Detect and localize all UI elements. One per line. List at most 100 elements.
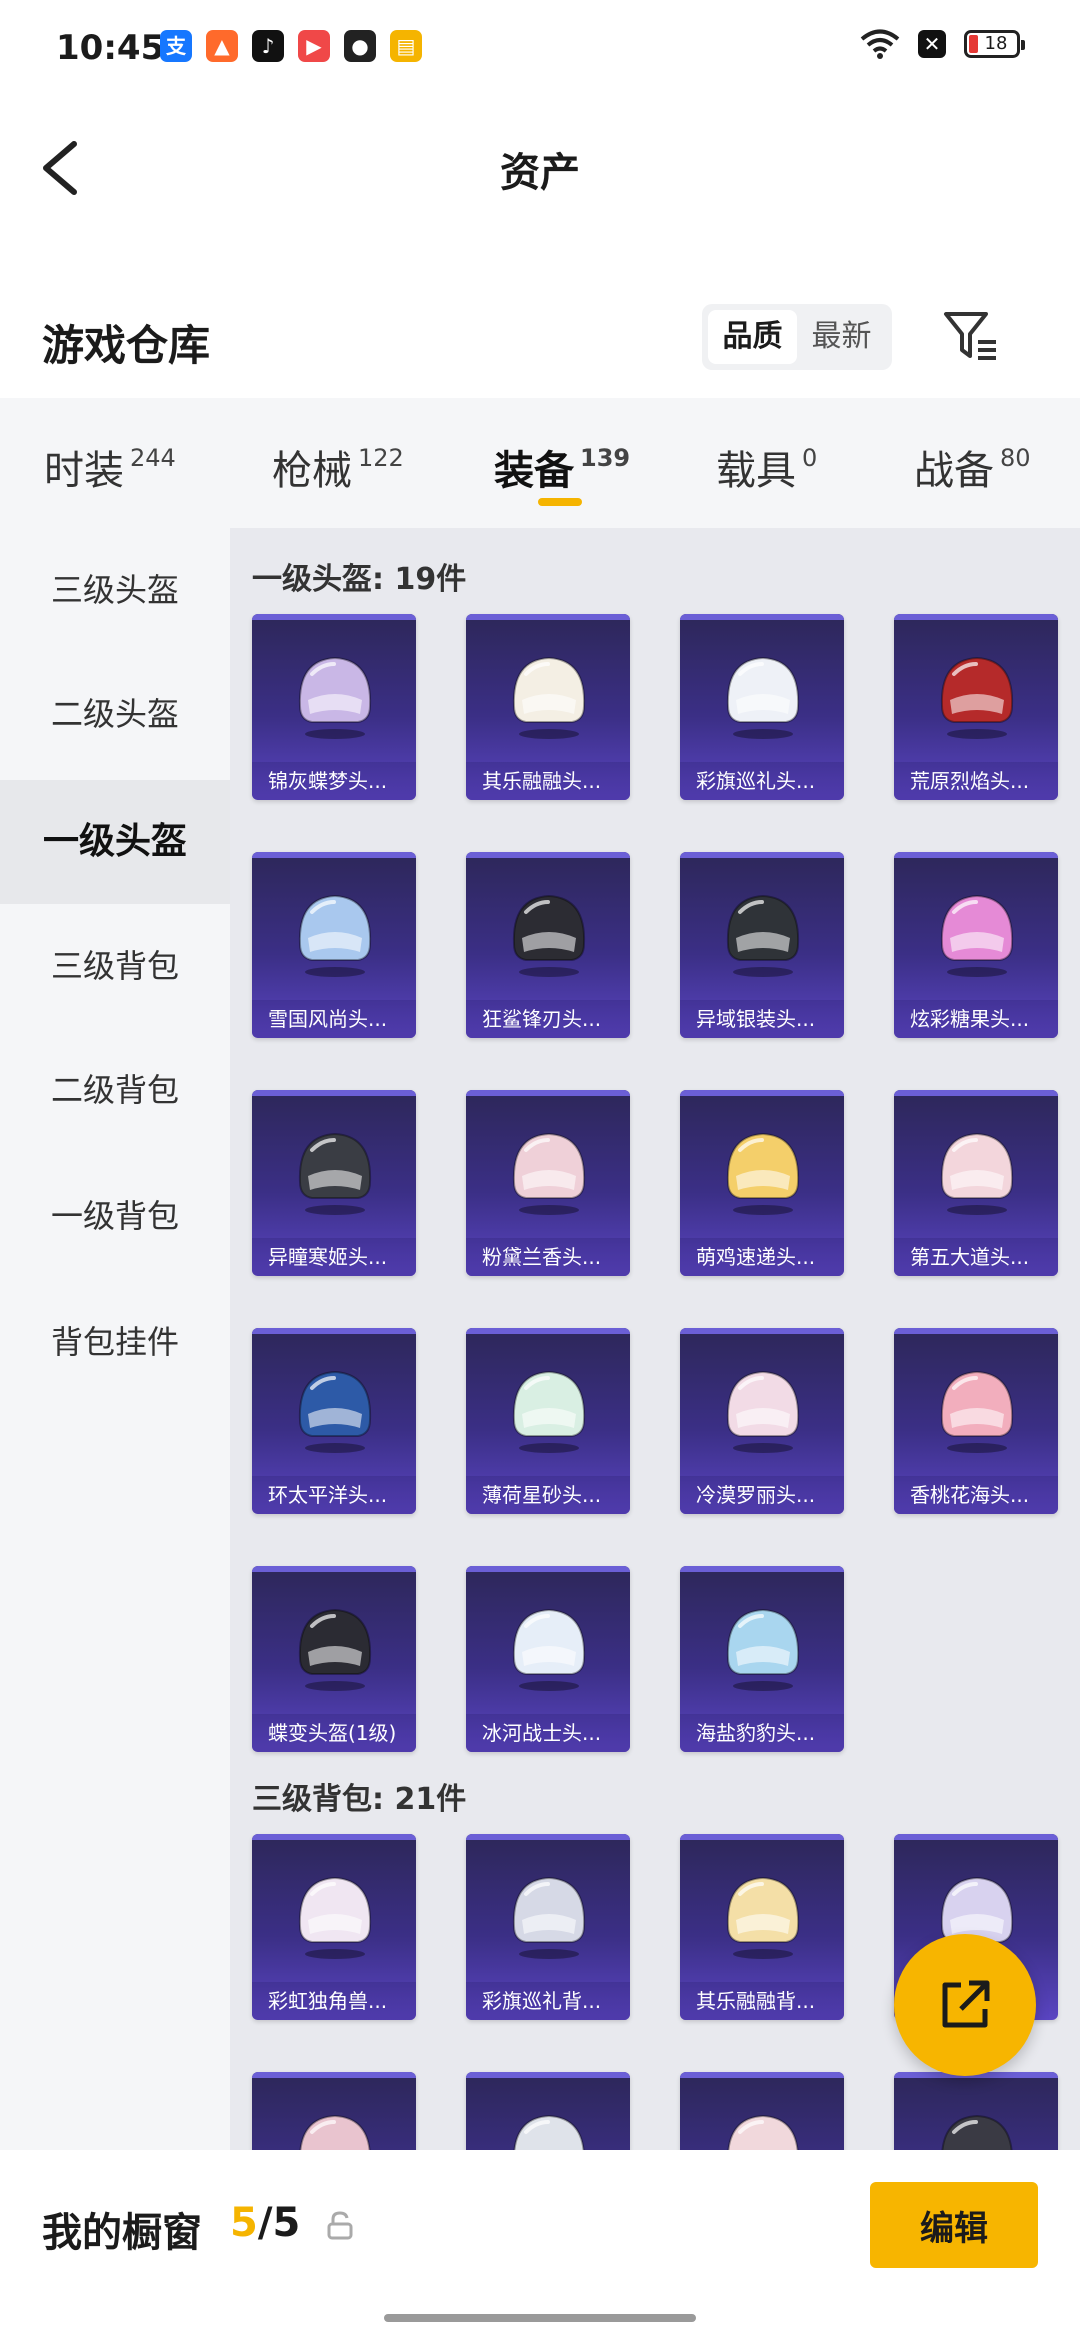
status-time: 10:45 (56, 28, 165, 68)
external-link-icon (942, 1980, 990, 2028)
sidebar-item-backpack-charm[interactable]: 背包挂件 (0, 1280, 230, 1404)
tab-supplies[interactable]: 战备 80 (914, 438, 1031, 496)
item-name: 粉黛兰香头... (466, 1238, 630, 1276)
tab-equipment[interactable]: 装备 139 (494, 438, 630, 496)
wechat-icon: ● (344, 30, 376, 62)
item-card[interactable]: 彩旗巡礼背... (466, 1834, 630, 2020)
item-card[interactable]: 环太平洋头... (252, 1328, 416, 1514)
item-card[interactable] (466, 2072, 630, 2150)
helmet-icon (299, 2114, 371, 2150)
item-card[interactable]: 蝶变头盔(1级) (252, 1566, 416, 1752)
item-name: 香桃花海头... (894, 1476, 1058, 1514)
item-name: 锦灰蝶梦头... (252, 762, 416, 800)
item-name: 雪国风尚头... (252, 1000, 416, 1038)
sidebar-item-level2-backpack[interactable]: 二级背包 (0, 1028, 230, 1152)
item-card[interactable]: 异域银装头... (680, 852, 844, 1038)
helmet-icon (726, 894, 800, 977)
item-card[interactable]: 香桃花海头... (894, 1328, 1058, 1514)
sidebar: 三级头盔 二级头盔 一级头盔 三级背包 二级背包 一级背包 背包挂件 (0, 528, 230, 2150)
item-grid-area: 一级头盔: 19件 三级背包: 21件 锦灰蝶梦头... 其乐融融头... 彩旗巡礼… (230, 528, 1080, 2150)
helmet-icon (512, 1132, 586, 1215)
item-card[interactable]: 彩旗巡礼头... (680, 614, 844, 800)
sidebar-item-level3-helmet[interactable]: 三级头盔 (0, 528, 230, 652)
item-card[interactable] (252, 2072, 416, 2150)
helmet-icon (941, 2114, 1013, 2150)
item-card[interactable]: 冷漠罗丽头... (680, 1328, 844, 1514)
tab-vehicles[interactable]: 载具 0 (716, 438, 817, 496)
item-card[interactable]: 粉黛兰香头... (466, 1090, 630, 1276)
helmet-icon (298, 894, 372, 977)
item-card[interactable]: 彩虹独角兽... (252, 1834, 416, 2020)
sidebar-item-level1-backpack[interactable]: 一级背包 (0, 1154, 230, 1278)
item-card[interactable] (894, 2072, 1058, 2150)
warehouse-title: 游戏仓库 (42, 321, 211, 370)
item-name: 第五大道头... (894, 1238, 1058, 1276)
item-card[interactable] (680, 2072, 844, 2150)
showcase-label: 我的橱窗 (42, 2210, 202, 2256)
tab-count: 0 (802, 444, 818, 472)
sidebar-item-level2-helmet[interactable]: 二级头盔 (0, 652, 230, 776)
tab-label: 时装 (44, 448, 124, 494)
item-card[interactable]: 荒原烈焰头... (894, 614, 1058, 800)
group-title: 一级头盔: 19件 (252, 562, 467, 597)
item-name: 冰河战士头... (466, 1714, 630, 1752)
helmet-icon (726, 1608, 800, 1691)
filter-icon[interactable] (940, 306, 1000, 366)
home-indicator[interactable] (384, 2314, 696, 2322)
category-tabs: 时装 244 枪械 122 装备 139 载具 0 战备 80 (0, 398, 1080, 528)
share-fab-button[interactable] (894, 1934, 1036, 2076)
item-name: 异域银装头... (680, 1000, 844, 1038)
item-card[interactable]: 薄荷星砂头... (466, 1328, 630, 1514)
item-name: 冷漠罗丽头... (680, 1476, 844, 1514)
item-name: 其乐融融头... (466, 762, 630, 800)
item-card[interactable]: 炫彩糖果头... (894, 852, 1058, 1038)
item-name: 彩虹独角兽... (252, 1982, 416, 2020)
edit-button[interactable]: 编辑 (870, 2182, 1038, 2268)
mute-x-icon: ✕ (918, 30, 946, 58)
helmet-icon (940, 1370, 1014, 1453)
item-name: 彩旗巡礼背... (466, 1982, 630, 2020)
helmet-icon (298, 1876, 372, 1959)
item-card[interactable]: 萌鸡速递头... (680, 1090, 844, 1276)
item-card[interactable]: 异瞳寒姬头... (252, 1090, 416, 1276)
item-card[interactable]: 冰河战士头... (466, 1566, 630, 1752)
item-name: 狂鲨锋刃头... (466, 1000, 630, 1038)
item-name: 环太平洋头... (252, 1476, 416, 1514)
wifi-icon (860, 29, 900, 59)
item-card[interactable]: 锦灰蝶梦头... (252, 614, 416, 800)
tab-fashion[interactable]: 时装 244 (44, 438, 176, 496)
item-card[interactable]: 其乐融融头... (466, 614, 630, 800)
status-app-icons: 支 ▲ ♪ ▶ ● ▤ (160, 30, 422, 62)
battery-level: 18 (984, 33, 1008, 54)
helmet-icon (298, 1370, 372, 1453)
helmet-icon (726, 656, 800, 739)
video-app-icon: ▶ (298, 30, 330, 62)
helmet-icon (726, 1370, 800, 1453)
item-name: 萌鸡速递头... (680, 1238, 844, 1276)
sort-quality-button[interactable]: 品质 (708, 310, 797, 364)
item-card[interactable]: 第五大道头... (894, 1090, 1058, 1276)
item-card[interactable]: 狂鲨锋刃头... (466, 852, 630, 1038)
item-name: 海盐豹豹头... (680, 1714, 844, 1752)
helmet-icon (726, 1132, 800, 1215)
item-name: 蝶变头盔(1级) (252, 1714, 416, 1752)
item-card[interactable]: 雪国风尚头... (252, 852, 416, 1038)
sidebar-item-level1-helmet[interactable]: 一级头盔 (0, 780, 230, 904)
item-name: 其乐融融背... (680, 1982, 844, 2020)
battery-icon: 18 (964, 30, 1025, 58)
group-title: 三级背包: 21件 (252, 1782, 467, 1817)
status-bar: 10:45 支 ▲ ♪ ▶ ● ▤ ✕ 18 (0, 0, 1080, 100)
showcase-bar: 我的橱窗 5/5 编辑 (0, 2150, 1080, 2340)
tab-count: 122 (358, 444, 404, 472)
tab-label: 载具 (716, 448, 796, 494)
tab-label: 枪械 (272, 448, 352, 494)
status-indicators: ✕ 18 (860, 28, 1025, 60)
item-card[interactable]: 海盐豹豹头... (680, 1566, 844, 1752)
tab-count: 139 (580, 444, 631, 472)
item-card[interactable]: 其乐融融背... (680, 1834, 844, 2020)
alipay-icon: 支 (160, 30, 192, 62)
tab-guns[interactable]: 枪械 122 (272, 438, 404, 496)
sort-latest-button[interactable]: 最新 (797, 310, 886, 364)
helmet-icon (512, 894, 586, 977)
sidebar-item-level3-backpack[interactable]: 三级背包 (0, 904, 230, 1028)
